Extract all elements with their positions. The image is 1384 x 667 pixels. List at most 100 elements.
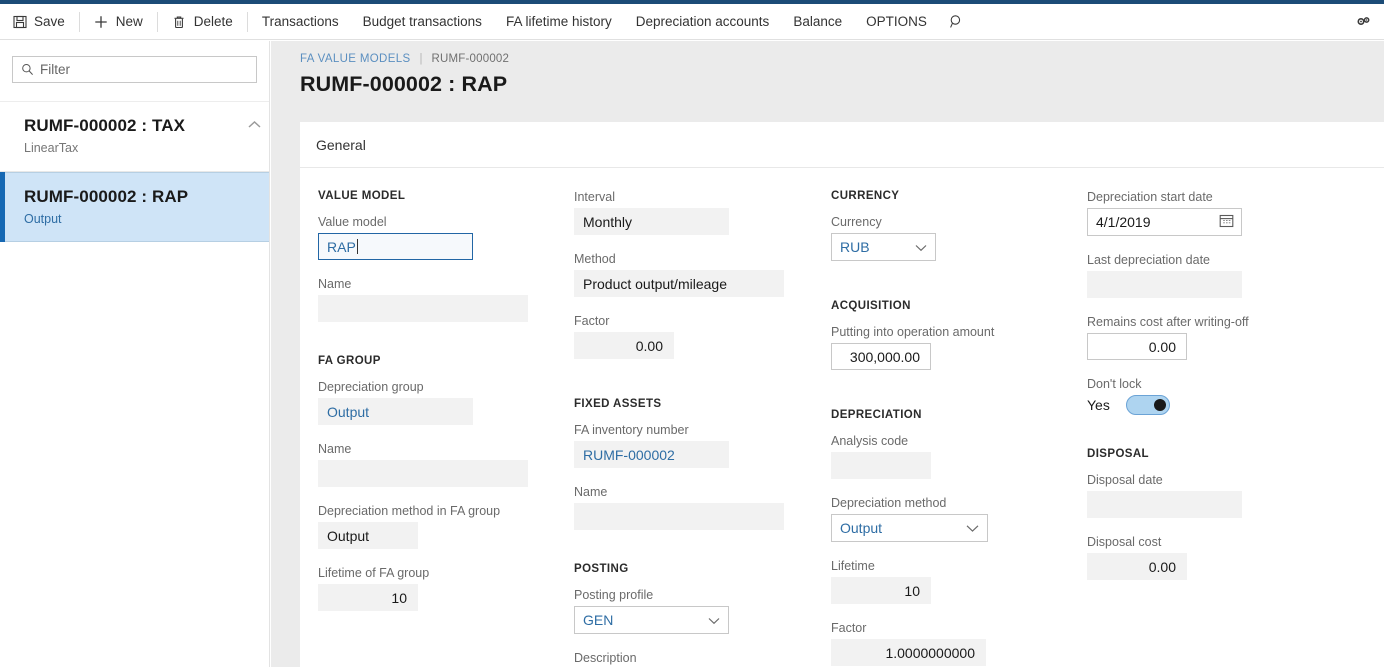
putting-into-operation-amount-input[interactable]: 300,000.00 [831, 343, 931, 370]
fa-inventory-number-value[interactable]: RUMF-000002 [574, 441, 729, 468]
menu-depreciation-accounts[interactable]: Depreciation accounts [624, 4, 782, 40]
field-currency: Currency RUB [831, 215, 1071, 261]
field-method: Method Product output/mileage [574, 252, 814, 297]
factor-method-value: 0.00 [574, 332, 674, 359]
dont-lock-row: Yes [1087, 395, 1337, 415]
field-fa-inventory-number: FA inventory number RUMF-000002 [574, 423, 814, 468]
application-window: Save New Delete Transactions Budget tran… [0, 0, 1384, 667]
calendar-icon[interactable] [1219, 213, 1234, 231]
text-caret [356, 239, 358, 254]
posting-profile-select[interactable]: GEN [574, 606, 729, 634]
list-collapse-button[interactable] [246, 116, 262, 132]
content-area: FA VALUE MODELS | RUMF-000002 RUMF-00000… [271, 41, 1384, 667]
fa-name-value[interactable] [574, 503, 784, 530]
field-value-model-label: Value model [318, 215, 387, 229]
field-depreciation-method: Depreciation method Output [831, 496, 1071, 542]
dont-lock-toggle[interactable] [1125, 395, 1170, 415]
menu-budget-transactions[interactable]: Budget transactions [351, 4, 494, 40]
menu-fa-lifetime-history[interactable]: FA lifetime history [494, 4, 624, 40]
toolbar-divider [246, 11, 248, 32]
lifetime-value[interactable]: 10 [831, 577, 931, 604]
menu-transactions[interactable]: Transactions [250, 4, 351, 40]
save-button[interactable]: Save [0, 4, 77, 40]
filter-input[interactable] [40, 62, 248, 77]
tab-strip: General [300, 122, 1384, 168]
field-fa-inventory-number-label: FA inventory number [574, 423, 689, 437]
depreciation-method-in-fa-group-text: Output [327, 527, 370, 544]
filter-field[interactable] [12, 56, 257, 83]
field-last-depreciation-date-label: Last depreciation date [1087, 253, 1211, 267]
fa-group-name-value[interactable] [318, 460, 528, 487]
menu-options-label: OPTIONS [866, 13, 927, 29]
menu-balance[interactable]: Balance [781, 4, 854, 40]
field-lifetime-label: Lifetime [831, 559, 875, 573]
save-icon [12, 14, 27, 29]
breadcrumb-current: RUMF-000002 [431, 53, 510, 65]
field-fa-group-name: Name [318, 442, 558, 487]
last-depreciation-date-value[interactable] [1087, 271, 1242, 298]
tab-general[interactable]: General [300, 122, 382, 168]
form-column-3: CURRENCY Currency RUB ACQUISITION Puttin… [831, 190, 1071, 667]
factor-method-text: 0.00 [635, 337, 663, 354]
method-value: Product output/mileage [574, 270, 784, 297]
field-depreciation-method-label: Depreciation method [831, 496, 947, 510]
breadcrumb: FA VALUE MODELS | RUMF-000002 [300, 53, 509, 65]
value-model-input-value: RAP [327, 238, 356, 255]
toolbar-search-button[interactable] [939, 4, 974, 40]
page-title: RUMF-000002 : RAP [300, 72, 508, 96]
breadcrumb-link-fa-value-models[interactable]: FA VALUE MODELS [300, 53, 411, 65]
currency-select[interactable]: RUB [831, 233, 936, 261]
field-currency-label: Currency [831, 215, 882, 229]
value-model-input[interactable]: RAP [318, 233, 473, 260]
field-analysis-code: Analysis code [831, 434, 1071, 479]
posting-profile-value: GEN [583, 612, 614, 628]
list-item-tax[interactable]: RUMF-000002 : TAX LinearTax [0, 102, 269, 172]
field-factor-method: Factor 0.00 [574, 314, 814, 359]
field-disposal-cost-label: Disposal cost [1087, 535, 1162, 549]
menu-options[interactable]: OPTIONS [854, 4, 939, 40]
value-model-list[interactable]: RUMF-000002 : TAX LinearTax RUMF-000002 … [0, 101, 269, 667]
method-text: Product output/mileage [583, 275, 727, 292]
list-item-subtitle: Output [24, 212, 62, 227]
toolbar-divider [78, 11, 80, 32]
field-lifetime-of-fa-group: Lifetime of FA group 10 [318, 566, 558, 611]
command-bar: Save New Delete Transactions Budget tran… [0, 4, 1384, 40]
trash-icon [172, 14, 187, 29]
plus-icon [94, 14, 109, 29]
analysis-code-value[interactable] [831, 452, 931, 479]
currency-value: RUB [840, 239, 870, 255]
new-button[interactable]: New [82, 4, 155, 40]
toolbar-settings-button[interactable] [1352, 12, 1374, 34]
list-item-rap[interactable]: RUMF-000002 : RAP Output [0, 172, 269, 242]
field-depreciation-factor-label: Factor [831, 621, 867, 635]
field-description-label: Description [574, 651, 637, 665]
lifetime-of-fa-group-text: 10 [391, 589, 407, 606]
field-last-depreciation-date: Last depreciation date [1087, 253, 1337, 298]
disposal-cost-value[interactable]: 0.00 [1087, 553, 1187, 580]
field-depreciation-factor: Factor 1.0000000000 [831, 621, 1071, 666]
depreciation-factor-value[interactable]: 1.0000000000 [831, 639, 986, 666]
section-currency: CURRENCY [831, 190, 900, 202]
menu-fa-lifetime-history-label: FA lifetime history [505, 13, 612, 29]
field-interval-label: Interval [574, 190, 615, 204]
delete-button[interactable]: Delete [160, 4, 245, 40]
search-icon [22, 63, 33, 75]
depreciation-method-select[interactable]: Output [831, 514, 988, 542]
field-factor-method-label: Factor [574, 314, 610, 328]
disposal-date-value[interactable] [1087, 491, 1242, 518]
depreciation-group-value[interactable]: Output [318, 398, 473, 425]
lifetime-text: 10 [904, 582, 920, 599]
depreciation-start-date-input[interactable]: 4/1/2019 [1087, 208, 1242, 236]
toggle-knob [1153, 399, 1166, 411]
section-fa-group: FA GROUP [318, 355, 381, 367]
section-value-model: VALUE MODEL [318, 190, 406, 202]
value-model-name-input[interactable] [318, 295, 528, 322]
field-depreciation-group-label: Depreciation group [318, 380, 424, 394]
fa-inventory-number-text: RUMF-000002 [583, 446, 675, 463]
remains-cost-input[interactable]: 0.00 [1087, 333, 1187, 360]
gear-icon [1356, 15, 1371, 31]
form-column-1: VALUE MODEL Value model RAP Name FA GROU… [318, 190, 558, 628]
